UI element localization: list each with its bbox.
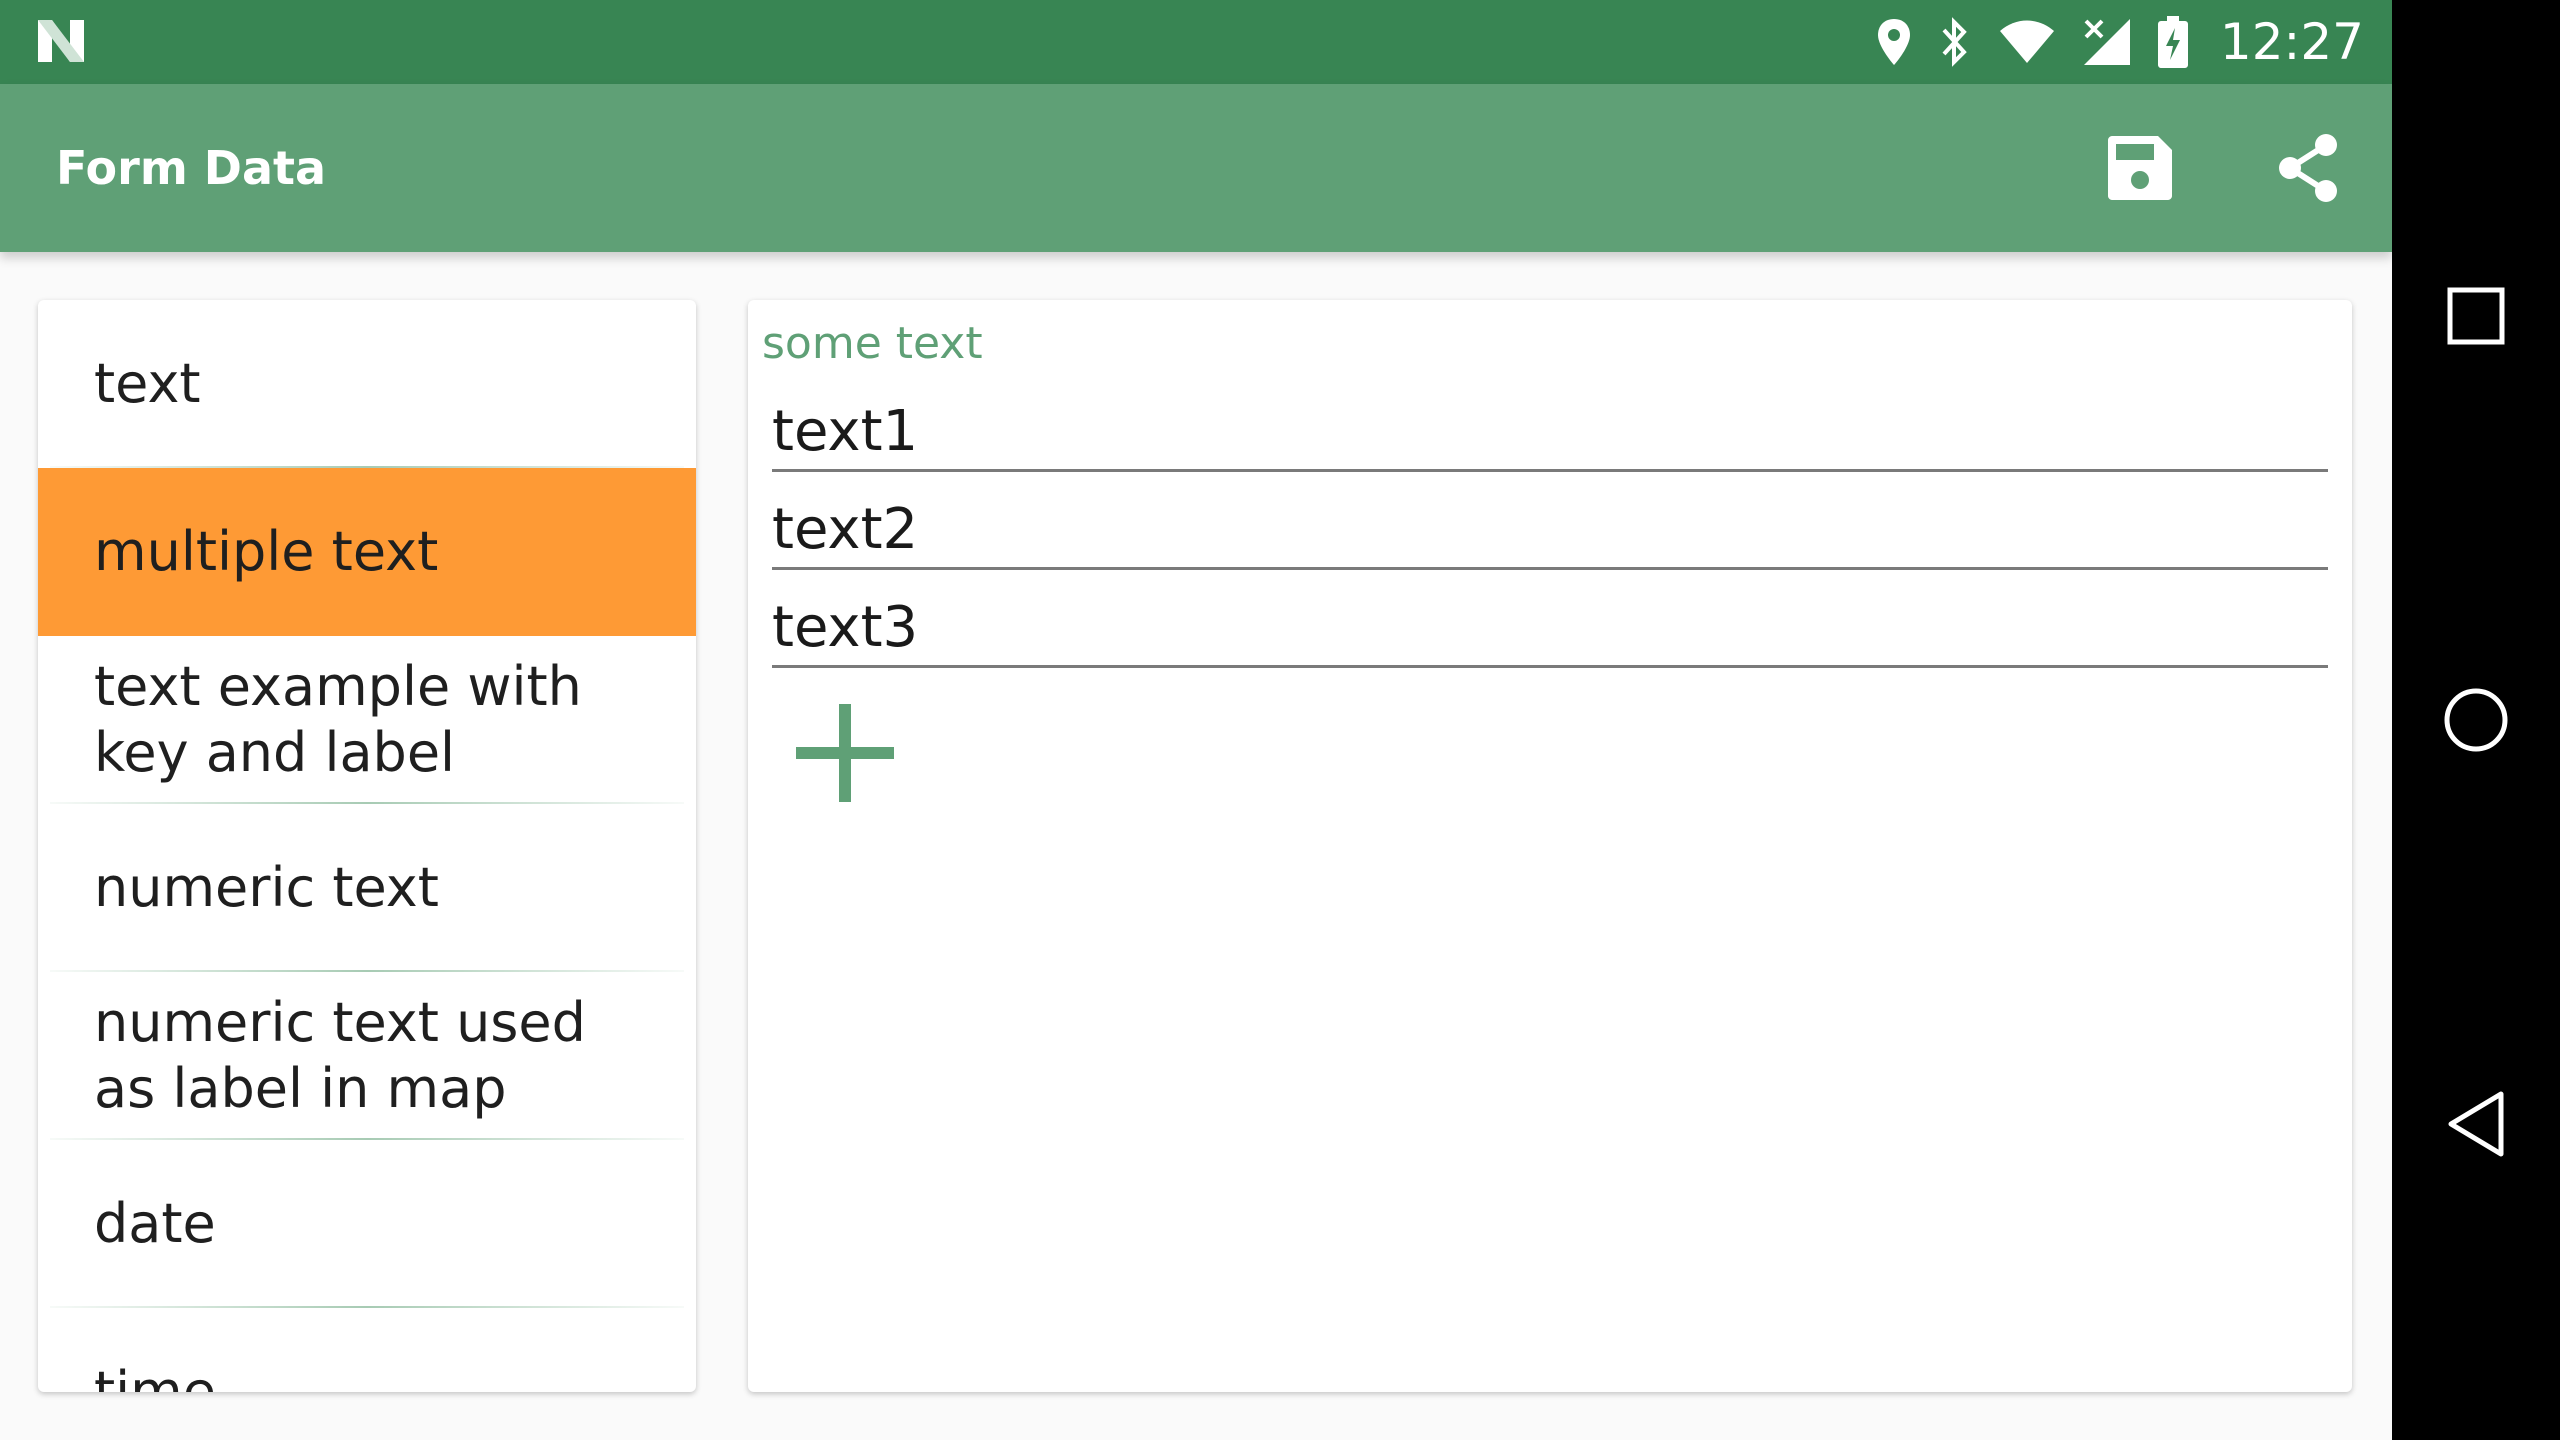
list-item-date[interactable]: date <box>38 1140 696 1308</box>
wifi-icon <box>1999 20 2054 63</box>
list-item-text-example-key-label[interactable]: text example with key and label <box>38 636 696 804</box>
location-icon <box>1877 19 1910 65</box>
recents-button[interactable] <box>2436 276 2516 356</box>
home-button[interactable] <box>2436 680 2516 760</box>
add-entry-button[interactable] <box>790 698 900 808</box>
navigation-bar <box>2392 0 2560 1440</box>
home-icon <box>2444 688 2508 752</box>
share-button[interactable] <box>2268 128 2348 208</box>
list-item-label: text example with key and label <box>94 655 582 784</box>
form-field-list[interactable]: text multiple text text example with key… <box>38 300 696 1392</box>
status-bar: 12:27 <box>0 0 2392 84</box>
list-item-text[interactable]: text <box>38 300 696 468</box>
list-item-label: numeric text <box>94 856 439 919</box>
field-label: some text <box>762 318 983 369</box>
list-item-numeric-text[interactable]: numeric text <box>38 804 696 972</box>
save-icon <box>2108 136 2172 200</box>
list-item-label: text <box>94 352 201 415</box>
app-screen: 12:27 Form Data text multiple text text … <box>0 0 2392 1440</box>
list-item-time[interactable]: time <box>38 1308 696 1392</box>
list-item-numeric-text-map-label[interactable]: numeric text used as label in map <box>38 972 696 1140</box>
text-entry-field[interactable]: text2 <box>772 484 2328 570</box>
recents-icon <box>2447 287 2505 345</box>
back-button[interactable] <box>2436 1084 2516 1164</box>
form-field-editor: some text text1 text2 text3 <box>748 300 2352 1392</box>
plus-icon <box>796 704 894 802</box>
status-icons: 12:27 <box>1876 0 2364 84</box>
list-item-label: numeric text used as label in map <box>94 991 586 1120</box>
battery-charging-icon <box>2157 16 2188 68</box>
list-item-label: date <box>94 1192 216 1255</box>
list-item-label: time <box>94 1360 217 1392</box>
share-icon <box>2279 134 2337 202</box>
text-entry-field[interactable]: text3 <box>772 582 2328 668</box>
n-notification-icon <box>38 20 84 62</box>
back-icon <box>2448 1091 2504 1157</box>
app-toolbar: Form Data <box>0 84 2392 252</box>
signal-icon <box>2083 19 2130 65</box>
toolbar-title: Form Data <box>56 141 327 195</box>
list-item-label: multiple text <box>94 520 439 583</box>
status-clock: 12:27 <box>2219 13 2364 71</box>
bluetooth-icon <box>1942 17 1967 67</box>
text-entry-field[interactable]: text1 <box>772 386 2328 472</box>
list-item-multiple-text[interactable]: multiple text <box>38 468 696 636</box>
save-button[interactable] <box>2100 128 2180 208</box>
